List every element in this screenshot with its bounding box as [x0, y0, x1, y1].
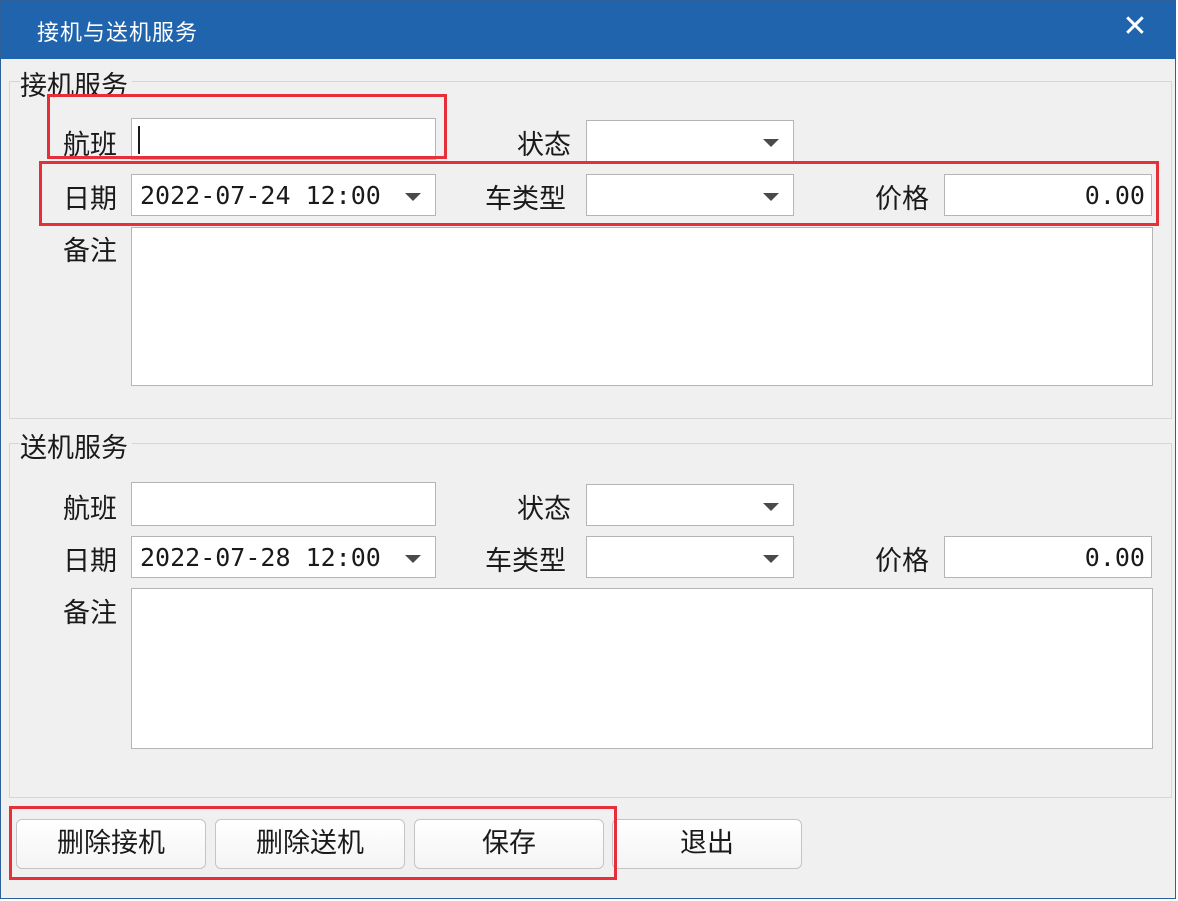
save-button[interactable]: 保存 [414, 819, 604, 869]
pickup-status-select[interactable] [586, 120, 794, 162]
exit-button[interactable]: 退出 [612, 819, 802, 869]
pickup-status-label: 状态 [517, 130, 571, 161]
pickup-date-picker[interactable]: 2022-07-24 12:00 [131, 174, 436, 216]
dropoff-car-type-select[interactable] [586, 536, 794, 578]
dialog-window: 接机与送机服务 ✕ 接机服务 航班 状态 日期 2022-07-24 12:00… [0, 0, 1176, 899]
pickup-price-value: 0.00 [1084, 181, 1145, 210]
dropoff-flight-input[interactable] [131, 482, 436, 526]
dropoff-status-select[interactable] [586, 484, 794, 526]
pickup-car-type-label: 车类型 [485, 184, 566, 215]
dropoff-remark-label: 备注 [63, 598, 117, 629]
pickup-date-value: 2022-07-24 12:00 [140, 181, 381, 210]
chevron-down-icon [763, 193, 779, 201]
chevron-down-icon [405, 193, 421, 201]
pickup-group-title: 接机服务 [20, 64, 132, 103]
chevron-down-icon [763, 139, 779, 147]
dropoff-remark-textarea[interactable] [131, 588, 1153, 749]
pickup-flight-label: 航班 [63, 130, 117, 161]
pickup-flight-input[interactable] [131, 118, 436, 160]
pickup-price-label: 价格 [875, 184, 929, 215]
dropoff-price-input[interactable]: 0.00 [944, 536, 1152, 578]
window-title: 接机与送机服务 [37, 21, 199, 46]
text-caret [138, 126, 140, 154]
dropoff-price-label: 价格 [875, 546, 929, 577]
chevron-down-icon [763, 555, 779, 563]
chevron-down-icon [763, 503, 779, 511]
dropoff-car-type-label: 车类型 [485, 546, 566, 577]
dropoff-date-picker[interactable]: 2022-07-28 12:00 [131, 536, 436, 578]
dropoff-price-value: 0.00 [1084, 543, 1145, 572]
close-icon[interactable]: ✕ [1117, 9, 1153, 45]
pickup-car-type-select[interactable] [586, 174, 794, 216]
dropoff-date-label: 日期 [63, 546, 117, 577]
pickup-remark-textarea[interactable] [131, 227, 1153, 386]
pickup-date-label: 日期 [63, 184, 117, 215]
pickup-remark-label: 备注 [63, 236, 117, 267]
dropoff-flight-label: 航班 [63, 494, 117, 525]
delete-pickup-button[interactable]: 删除接机 [16, 819, 206, 869]
dropoff-status-label: 状态 [517, 494, 571, 525]
delete-dropoff-button[interactable]: 删除送机 [215, 819, 405, 869]
pickup-price-input[interactable]: 0.00 [944, 174, 1152, 216]
dropoff-group-title: 送机服务 [20, 426, 132, 465]
chevron-down-icon [405, 555, 421, 563]
dropoff-date-value: 2022-07-28 12:00 [140, 543, 381, 572]
title-bar: 接机与送机服务 ✕ [1, 1, 1175, 59]
